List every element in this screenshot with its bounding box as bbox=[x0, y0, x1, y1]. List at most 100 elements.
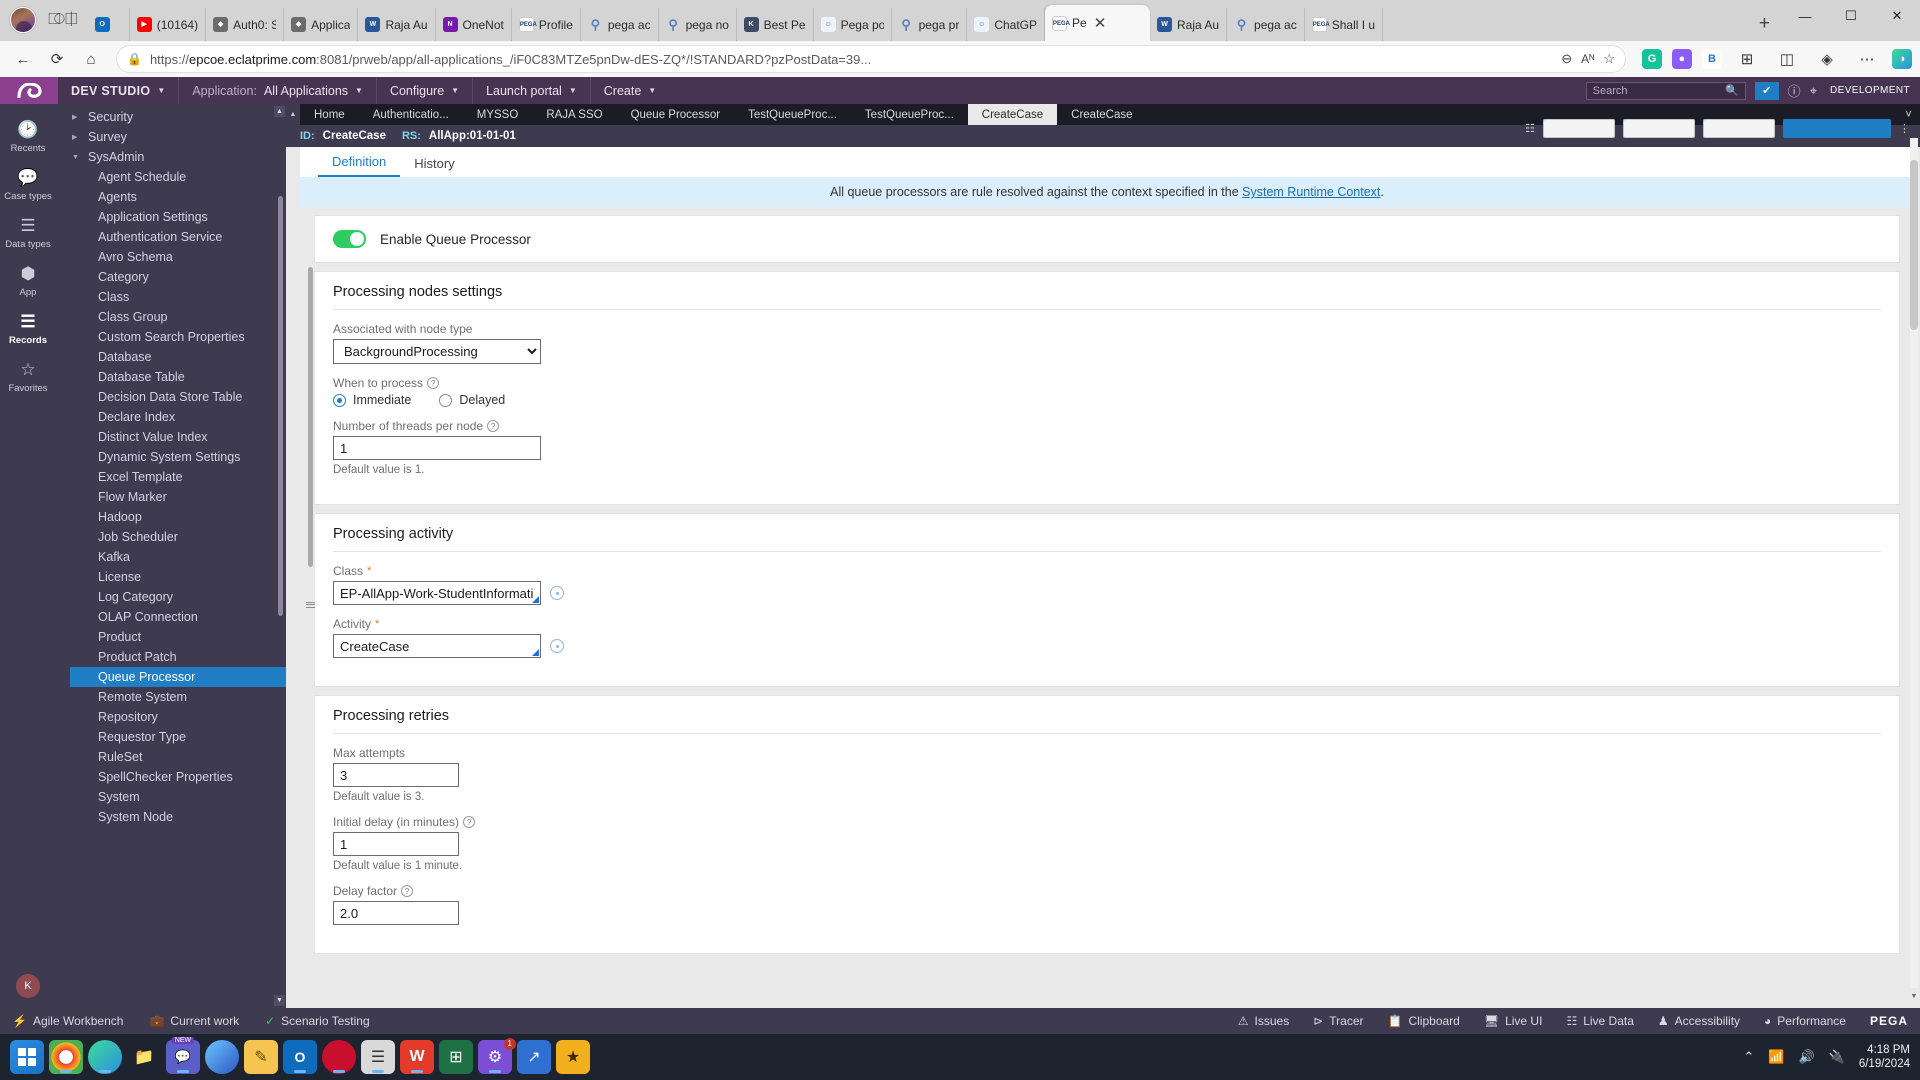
tab-collections-icon[interactable]: ⎄⎅ bbox=[48, 11, 78, 29]
avatar[interactable] bbox=[10, 7, 36, 33]
tree-group-sysadmin[interactable]: ▼ SysAdmin bbox=[56, 147, 286, 167]
browser-tab[interactable]: ☺ Pega po bbox=[814, 8, 892, 41]
work-tab-queue-processor[interactable]: Queue Processor bbox=[617, 104, 735, 125]
footer-performance[interactable]: ◕ Performance bbox=[1764, 1014, 1846, 1028]
browser-tab[interactable]: ⚲ pega ac bbox=[581, 8, 659, 41]
tab-history[interactable]: History bbox=[400, 156, 468, 177]
extension-b-icon[interactable]: B bbox=[1702, 49, 1722, 69]
tree-item-spellchecker-properties[interactable]: SpellChecker Properties bbox=[56, 767, 286, 787]
wps-icon[interactable]: W bbox=[400, 1040, 434, 1074]
footer-current-work[interactable]: 💼 Current work bbox=[149, 1014, 239, 1028]
tree-item-category[interactable]: Category bbox=[56, 267, 286, 287]
maximize-button[interactable]: ☐ bbox=[1828, 0, 1874, 32]
radio-delayed[interactable]: Delayed bbox=[439, 393, 505, 407]
tree-item-custom-search-properties[interactable]: Custom Search Properties bbox=[56, 327, 286, 347]
tree-item-queue-processor[interactable]: Queue Processor bbox=[70, 667, 286, 687]
tree-group-survey[interactable]: ▶ Survey bbox=[56, 127, 286, 147]
tree-item-product-patch[interactable]: Product Patch bbox=[56, 647, 286, 667]
help-icon[interactable]: ? bbox=[401, 885, 414, 897]
chrome-icon[interactable] bbox=[49, 1040, 83, 1074]
app-icon[interactable]: ☰ bbox=[361, 1040, 395, 1074]
class-input[interactable] bbox=[333, 581, 541, 605]
profile-area[interactable]: ⎄⎅ bbox=[6, 7, 88, 41]
wifi-icon[interactable]: 📶 bbox=[1768, 1049, 1784, 1065]
browser-tab[interactable]: PEGA Shall I u bbox=[1305, 8, 1383, 41]
tree-scroll-down-icon[interactable]: ▼ bbox=[274, 995, 285, 1006]
tree-item-kafka[interactable]: Kafka bbox=[56, 547, 286, 567]
studio-selector[interactable]: DEV STUDIO ▼ bbox=[58, 77, 180, 104]
activity-input[interactable] bbox=[333, 634, 541, 658]
autocomplete-caret-icon[interactable] bbox=[532, 649, 539, 656]
tree-item-authentication-service[interactable]: Authentication Service bbox=[56, 227, 286, 247]
user-avatar[interactable]: K bbox=[16, 974, 40, 998]
browser-tab[interactable]: ⚲ pega ac bbox=[1227, 8, 1305, 41]
outlook-icon[interactable]: O bbox=[283, 1040, 317, 1074]
start-button[interactable] bbox=[10, 1040, 44, 1074]
tree-item-license[interactable]: License bbox=[56, 567, 286, 587]
tree-item-system-node[interactable]: System Node bbox=[56, 807, 286, 827]
rule-icon[interactable]: ☷ bbox=[1525, 122, 1535, 135]
help-icon[interactable]: ? bbox=[487, 420, 500, 432]
radio-immediate[interactable]: Immediate bbox=[333, 393, 411, 407]
browser-tab[interactable]: W Raja Au bbox=[358, 8, 436, 41]
enable-queue-processor-toggle[interactable] bbox=[333, 230, 366, 248]
tree-item-product[interactable]: Product bbox=[56, 627, 286, 647]
application-selector[interactable]: Application: All Applications ▼ bbox=[179, 77, 377, 104]
back-icon[interactable]: ← bbox=[8, 45, 38, 73]
browser-tab[interactable]: W Raja Au bbox=[1150, 8, 1228, 41]
tree-scrollbar-thumb[interactable] bbox=[278, 196, 283, 616]
pega-logo-icon[interactable] bbox=[0, 77, 58, 104]
browser-tab[interactable]: PEGA Profile bbox=[512, 8, 581, 41]
work-tab-createcase[interactable]: CreateCase bbox=[967, 104, 1058, 125]
initial-delay-input[interactable] bbox=[333, 832, 459, 856]
help-icon[interactable]: ? bbox=[427, 377, 440, 389]
tree-item-decision-data-store-table[interactable]: Decision Data Store Table bbox=[56, 387, 286, 407]
action-button-2[interactable] bbox=[1623, 119, 1695, 138]
browser-tab[interactable]: ◆ Auth0: S bbox=[206, 8, 285, 41]
tree-item-dynamic-system-settings[interactable]: Dynamic System Settings bbox=[56, 447, 286, 467]
tool-icon[interactable]: ⚙ 1 bbox=[478, 1038, 516, 1074]
tree-item-declare-index[interactable]: Declare Index bbox=[56, 407, 286, 427]
configure-menu[interactable]: Configure ▼ bbox=[377, 77, 474, 104]
help-icon[interactable]: ⓘ bbox=[1788, 81, 1801, 100]
home-icon[interactable]: ⌂ bbox=[76, 45, 106, 73]
rail-item-data-types[interactable]: ☰ Data types bbox=[0, 208, 56, 256]
work-tab-testqueueproc-[interactable]: TestQueueProc... bbox=[851, 104, 968, 125]
footer-scenario-testing[interactable]: ✓ Scenario Testing bbox=[265, 1014, 370, 1028]
tree-item-agents[interactable]: Agents bbox=[56, 187, 286, 207]
class-open-icon[interactable] bbox=[550, 586, 564, 600]
tree-item-class[interactable]: Class bbox=[56, 287, 286, 307]
favorite-icon[interactable]: ☆ bbox=[1603, 51, 1615, 67]
help-icon[interactable]: ? bbox=[463, 816, 476, 828]
work-tab-mysso[interactable]: MYSSO bbox=[463, 104, 533, 125]
opera-icon[interactable] bbox=[322, 1040, 356, 1074]
extension-purple-icon[interactable]: ● bbox=[1672, 49, 1692, 69]
launch-portal-menu[interactable]: Launch portal ▼ bbox=[473, 77, 591, 104]
split-screen-icon[interactable]: ◫ bbox=[1772, 45, 1802, 73]
tree-item-job-scheduler[interactable]: Job Scheduler bbox=[56, 527, 286, 547]
footer-issues[interactable]: ⚠ Issues bbox=[1238, 1014, 1289, 1028]
main-scrollbar-thumb[interactable] bbox=[1910, 160, 1918, 330]
chevron-down-icon[interactable]: ▼ bbox=[72, 154, 82, 161]
tree-item-olap-connection[interactable]: OLAP Connection bbox=[56, 607, 286, 627]
copilot-icon[interactable]: ◑ bbox=[1892, 49, 1912, 69]
rule-form-tabs[interactable]: Definition History bbox=[300, 147, 1914, 177]
work-tab-createcase[interactable]: CreateCase bbox=[1057, 104, 1146, 125]
tree-item-hadoop[interactable]: Hadoop bbox=[56, 507, 286, 527]
star-icon[interactable]: ★ bbox=[556, 1040, 590, 1074]
records-tree[interactable]: ▶ Security ▶ Survey ▼ SysAdmin Agent Schedule A… bbox=[56, 107, 286, 827]
browser-tab[interactable]: PEGA Pe ✕ bbox=[1045, 5, 1150, 41]
footer-accessibility[interactable]: ♟ Accessibility bbox=[1658, 1014, 1740, 1028]
clock[interactable]: 4:18 PM 6/19/2024 bbox=[1859, 1043, 1910, 1071]
node-type-select[interactable]: BackgroundProcessing bbox=[333, 339, 541, 364]
search-submit-button[interactable]: ✔ bbox=[1754, 81, 1779, 100]
tree-group-security[interactable]: ▶ Security bbox=[56, 107, 286, 127]
tree-item-distinct-value-index[interactable]: Distinct Value Index bbox=[56, 427, 286, 447]
search-icon[interactable]: 🔍 bbox=[1725, 84, 1739, 97]
file-explorer-icon[interactable]: 📁 bbox=[127, 1040, 161, 1074]
autocomplete-caret-icon[interactable] bbox=[532, 596, 539, 603]
footer-agile-workbench[interactable]: ⚡ Agile Workbench bbox=[12, 1014, 123, 1028]
rail-item-recents[interactable]: 🕑 Recents bbox=[0, 112, 56, 160]
action-button-1[interactable] bbox=[1543, 119, 1615, 138]
create-menu[interactable]: Create ▼ bbox=[591, 77, 669, 104]
